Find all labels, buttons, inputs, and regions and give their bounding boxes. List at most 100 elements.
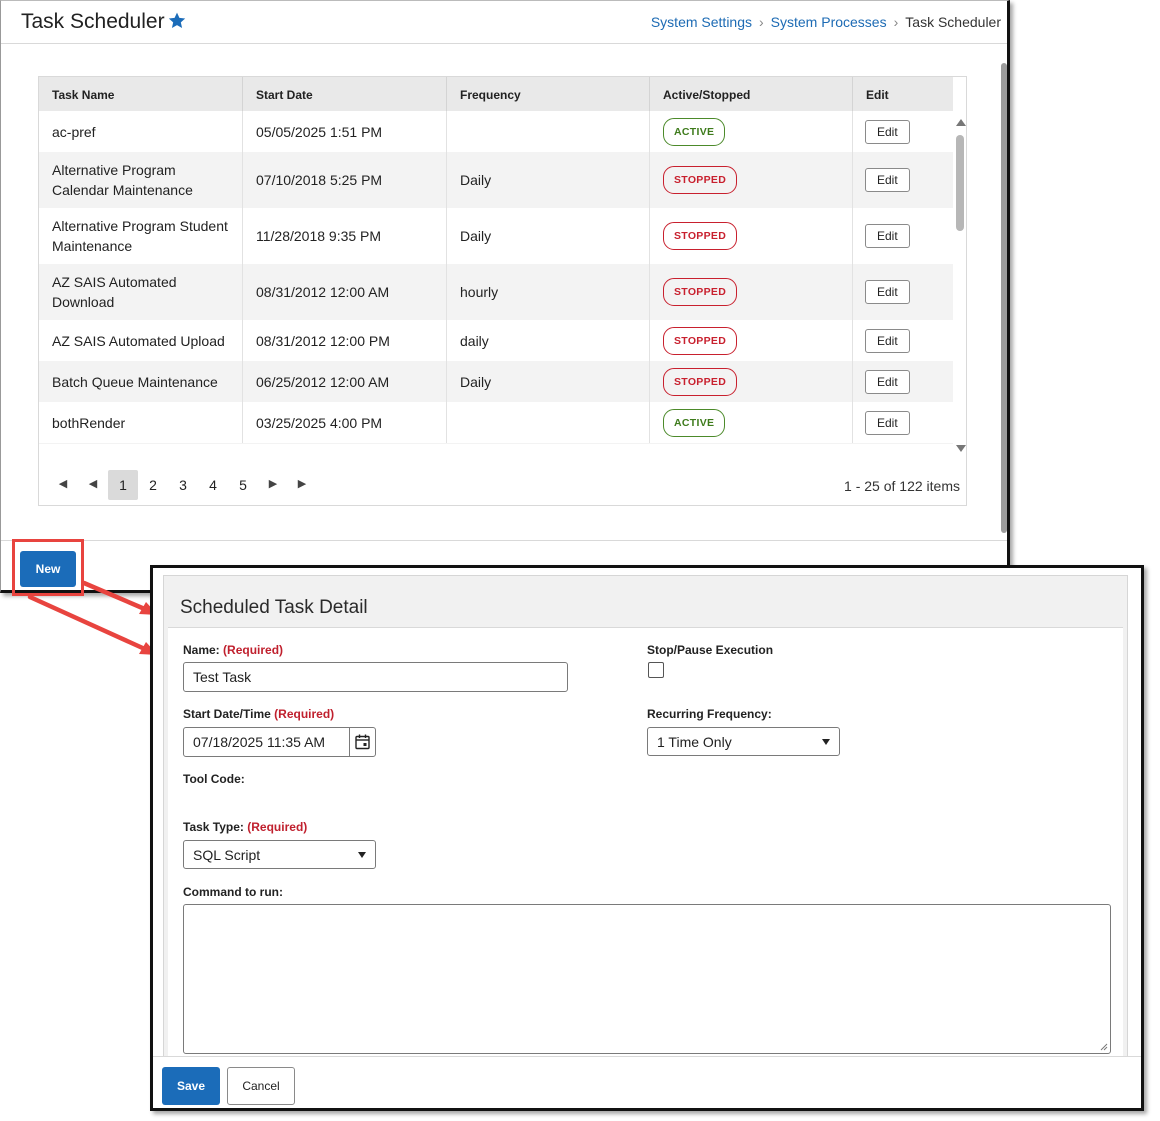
tool-code-label: Tool Code: bbox=[183, 772, 245, 786]
edit-button[interactable]: Edit bbox=[865, 119, 910, 144]
start-date-cell: 03/25/2025 4:00 PM bbox=[243, 402, 447, 443]
command-textarea[interactable] bbox=[183, 904, 1111, 1054]
edit-button[interactable]: Edit bbox=[865, 410, 910, 435]
grid-body: ac-pref 05/05/2025 1:51 PM ACTIVE Edit Alter… bbox=[39, 111, 953, 444]
scroll-down-icon[interactable] bbox=[956, 445, 966, 452]
frequency-cell: Daily bbox=[447, 152, 650, 208]
status-badge: ACTIVE bbox=[663, 408, 726, 437]
pager: ◀​ ◀ 1 2 3 4 5 ▶ ▶ 1 - 25 of 122 items bbox=[39, 459, 966, 505]
save-button[interactable]: Save bbox=[162, 1067, 220, 1105]
name-input-value: Test Task bbox=[193, 669, 252, 685]
page-3-button[interactable]: 3 bbox=[168, 470, 198, 500]
scrollbar-thumb[interactable] bbox=[956, 135, 964, 231]
task-name-cell: Alternative Program Calendar Maintenance bbox=[39, 152, 243, 208]
edit-cell: Edit bbox=[853, 361, 953, 402]
edit-button[interactable]: Edit bbox=[865, 328, 910, 353]
frequency-cell-text: Daily bbox=[460, 228, 492, 244]
first-page-icon[interactable]: ◀​ bbox=[49, 470, 77, 496]
task-type-value: SQL Script bbox=[193, 846, 261, 863]
start-date-cell: 08/31/2012 12:00 AM bbox=[243, 264, 447, 320]
required-marker: (Required) bbox=[247, 820, 308, 834]
task-name-cell-text: bothRender bbox=[52, 414, 126, 431]
recurring-frequency-select[interactable]: 1 Time Only bbox=[647, 727, 840, 756]
edit-cell: Edit bbox=[853, 402, 953, 443]
start-date-input[interactable]: 07/18/2025 11:35 AM bbox=[183, 727, 376, 757]
column-header-task-name[interactable]: Task Name bbox=[39, 77, 243, 111]
frequency-cell-text: Daily bbox=[460, 373, 492, 390]
task-name-cell: AZ SAIS Automated Download bbox=[39, 264, 243, 320]
column-header-active-stopped[interactable]: Active/Stopped bbox=[650, 77, 853, 111]
recurring-frequency-value: 1 Time Only bbox=[657, 733, 732, 750]
status-cell: ACTIVE bbox=[650, 402, 853, 443]
prev-page-icon[interactable]: ◀ bbox=[79, 470, 107, 496]
status-badge: ACTIVE bbox=[663, 117, 726, 146]
grid-scrollbar[interactable] bbox=[953, 111, 966, 452]
table-row: Alternative Program Calendar Maintenance… bbox=[39, 152, 953, 208]
task-name-cell: AZ SAIS Automated Upload bbox=[39, 320, 243, 361]
table-row: Alternative Program Student Maintenance 1… bbox=[39, 208, 953, 264]
page-5-button[interactable]: 5 bbox=[228, 470, 258, 500]
detail-form: Name: (Required) Test Task Stop/Pause Ex… bbox=[168, 627, 1123, 1068]
name-label-text: Name: bbox=[183, 643, 220, 657]
last-page-icon[interactable]: ▶ bbox=[288, 470, 316, 496]
recurring-frequency-label: Recurring Frequency: bbox=[647, 707, 772, 721]
caret-down-icon bbox=[822, 739, 830, 745]
edit-button[interactable]: Edit bbox=[865, 168, 910, 192]
edit-button[interactable]: Edit bbox=[865, 280, 910, 304]
breadcrumb-system-settings[interactable]: System Settings bbox=[651, 14, 752, 30]
grid-header: Task Name Start Date Frequency Active/St… bbox=[39, 77, 953, 111]
table-row: AZ SAIS Automated Download 08/31/2012 12:… bbox=[39, 264, 953, 320]
column-header-edit: Edit bbox=[866, 88, 889, 102]
calendar-icon[interactable] bbox=[349, 728, 375, 756]
table-row: AZ SAIS Automated Upload 08/31/2012 12:00… bbox=[39, 320, 953, 361]
edit-cell: Edit bbox=[853, 208, 953, 264]
table-row: bothRender 03/25/2025 4:00 PM ACTIVE Edit bbox=[39, 402, 953, 443]
name-input[interactable]: Test Task bbox=[183, 662, 568, 692]
task-name-cell: Batch Queue Maintenance bbox=[39, 361, 243, 402]
caret-down-icon bbox=[358, 852, 366, 858]
page-4-button[interactable]: 4 bbox=[198, 470, 228, 500]
pager-info: 1 - 25 of 122 items bbox=[844, 478, 960, 494]
task-name-cell: bothRender bbox=[39, 402, 243, 443]
start-date-cell-text: 07/10/2018 5:25 PM bbox=[256, 172, 383, 188]
start-date-cell-text: 05/05/2025 1:51 PM bbox=[256, 123, 383, 140]
breadcrumb: System Settings › System Processes › Tas… bbox=[651, 14, 1001, 30]
stop-pause-checkbox[interactable] bbox=[648, 662, 664, 678]
page-1-button[interactable]: 1 bbox=[108, 470, 138, 500]
status-badge: STOPPED bbox=[663, 222, 738, 250]
edit-cell: Edit bbox=[853, 111, 953, 152]
column-header-frequency[interactable]: Frequency bbox=[447, 77, 650, 111]
star-icon[interactable] bbox=[167, 11, 187, 31]
frequency-cell-text: hourly bbox=[460, 284, 499, 300]
command-label: Command to run: bbox=[183, 885, 283, 899]
status-badge: STOPPED bbox=[663, 367, 738, 396]
required-marker: (Required) bbox=[223, 643, 284, 657]
page-scrollbar-thumb[interactable] bbox=[1001, 63, 1007, 533]
start-date-label: Start Date/Time (Required) bbox=[183, 707, 334, 721]
edit-button[interactable]: Edit bbox=[865, 369, 910, 394]
frequency-cell: daily bbox=[447, 320, 650, 361]
task-name-cell-text: Alternative Program Student Maintenance bbox=[52, 218, 228, 254]
page-2-button[interactable]: 2 bbox=[138, 470, 168, 500]
frequency-cell: hourly bbox=[447, 264, 650, 320]
task-name-cell-text: Alternative Program Calendar Maintenance bbox=[52, 162, 193, 198]
task-type-select[interactable]: SQL Script bbox=[183, 840, 376, 869]
breadcrumb-system-processes[interactable]: System Processes bbox=[771, 14, 887, 30]
arrow-to-form bbox=[27, 594, 158, 655]
start-date-cell-text: 03/25/2025 4:00 PM bbox=[256, 414, 383, 431]
task-type-label: Task Type: (Required) bbox=[183, 820, 307, 834]
edit-cell: Edit bbox=[853, 152, 953, 208]
start-date-cell: 06/25/2012 12:00 AM bbox=[243, 361, 447, 402]
status-badge: STOPPED bbox=[663, 166, 738, 194]
next-page-icon[interactable]: ▶ bbox=[259, 470, 287, 496]
column-header-start-date[interactable]: Start Date bbox=[243, 77, 447, 111]
page-scrollbar[interactable] bbox=[1000, 43, 1007, 540]
scroll-up-icon[interactable] bbox=[956, 119, 966, 126]
cancel-button[interactable]: Cancel bbox=[227, 1067, 295, 1105]
resize-grip-icon[interactable] bbox=[1100, 1043, 1108, 1051]
task-name-cell-text: AZ SAIS Automated Download bbox=[52, 274, 177, 310]
edit-button[interactable]: Edit bbox=[865, 224, 910, 248]
frequency-cell bbox=[447, 111, 650, 152]
table-row-partial bbox=[39, 443, 953, 444]
breadcrumb-task-scheduler: Task Scheduler bbox=[905, 14, 1001, 30]
